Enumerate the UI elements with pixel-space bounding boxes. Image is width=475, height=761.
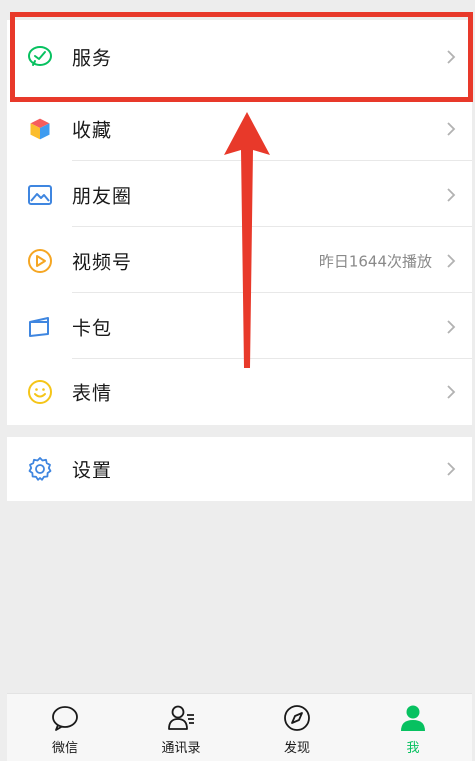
- tab-label: 通讯录: [161, 741, 201, 756]
- card-wallet-icon: [27, 314, 53, 340]
- channels-play-count: 昨日1644次播放: [318, 252, 432, 271]
- chevron-right-icon: [447, 254, 456, 268]
- menu-item-label: 设置: [72, 459, 113, 482]
- menu-item-label: 朋友圈: [72, 185, 133, 208]
- chevron-right-icon: [447, 122, 456, 136]
- channels-play-icon: [27, 248, 53, 274]
- person-icon: [401, 705, 425, 731]
- menu-item-label: 卡包: [72, 317, 113, 340]
- tab-discover[interactable]: 发现: [239, 694, 355, 761]
- tab-chats[interactable]: 微信: [7, 694, 123, 761]
- menu-item-settings[interactable]: 设置: [7, 437, 472, 501]
- tab-label: 发现: [283, 741, 310, 756]
- divider: [72, 358, 472, 359]
- tab-label: 微信: [51, 741, 78, 756]
- contacts-icon: [168, 705, 194, 730]
- settings-group: 设置: [7, 437, 472, 501]
- chevron-right-icon: [447, 462, 456, 476]
- menu-item-label: 表情: [72, 382, 113, 405]
- chevron-right-icon: [447, 188, 456, 202]
- highlight-box: [10, 12, 473, 102]
- chevron-right-icon: [447, 385, 456, 399]
- moments-image-icon: [27, 182, 53, 208]
- chevron-right-icon: [447, 320, 456, 334]
- tab-label: 我: [406, 741, 420, 756]
- arrow-up-icon: [224, 112, 270, 368]
- divider: [72, 292, 472, 293]
- chat-bubble-icon: [52, 706, 78, 731]
- compass-icon: [284, 705, 310, 731]
- tab-bar: 微信 通讯录 发现 我: [7, 693, 472, 761]
- gear-icon: [27, 456, 53, 482]
- sticker-smile-icon: [27, 379, 53, 405]
- menu-item-label: 视频号: [72, 251, 133, 274]
- divider: [72, 160, 472, 161]
- tab-me[interactable]: 我: [355, 694, 471, 761]
- divider: [72, 226, 472, 227]
- tab-contacts[interactable]: 通讯录: [123, 694, 239, 761]
- menu-item-label: 收藏: [72, 119, 113, 142]
- favorites-cube-icon: [27, 116, 53, 142]
